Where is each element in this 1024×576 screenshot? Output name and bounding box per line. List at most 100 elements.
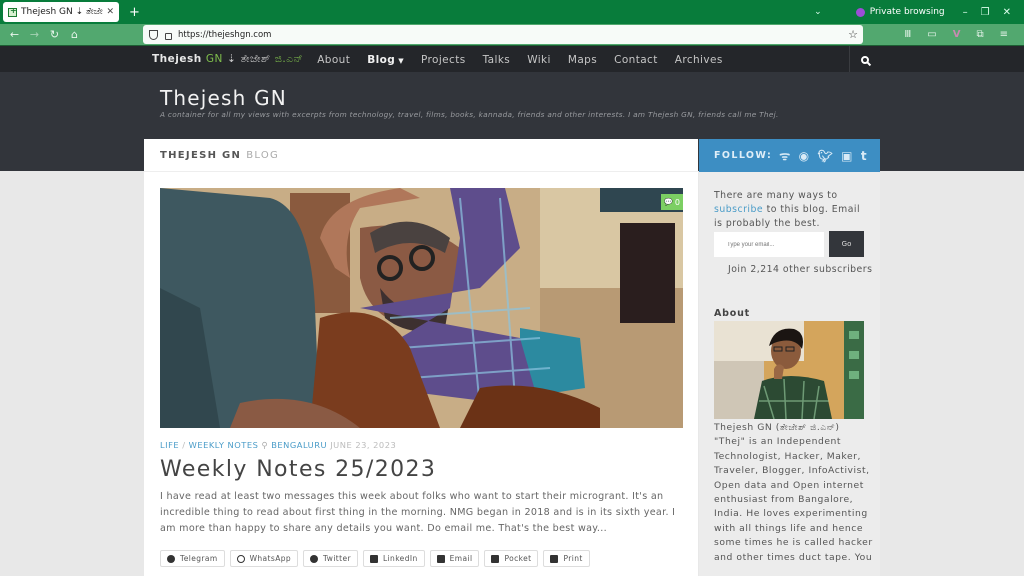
new-tab-button[interactable]: + xyxy=(129,5,140,20)
home-icon[interactable]: ⌂ xyxy=(69,28,80,41)
category-separator: / xyxy=(182,440,186,450)
about-photo xyxy=(714,321,864,419)
twitter-icon[interactable]: 🐦︎ xyxy=(817,149,834,163)
site-title[interactable]: Thejesh GN xyxy=(160,86,287,110)
share-telegram-button[interactable]: Telegram xyxy=(160,550,225,567)
nav-item-blog[interactable]: Blog ▼ xyxy=(367,54,404,66)
share-print-button[interactable]: Print xyxy=(543,550,590,567)
subscribe-go-button[interactable]: Go xyxy=(829,231,864,257)
post-featured-image[interactable]: 💬 0 xyxy=(160,188,683,428)
nav-item-wiki[interactable]: Wiki xyxy=(527,54,551,66)
featured-photo-illustration xyxy=(160,188,683,428)
search-icon xyxy=(861,55,869,64)
location-pin-icon: ⚲ xyxy=(261,440,269,450)
category-link-weekly-notes[interactable]: WEEKLY NOTES xyxy=(189,440,259,450)
brand-name: Thejesh xyxy=(152,53,202,65)
category-link-life[interactable]: LIFE xyxy=(160,440,179,450)
library-icon[interactable]: Ⅲ xyxy=(904,29,911,40)
brand-kannada-initials: ಜಿ.ಎನ್ xyxy=(274,53,304,65)
url-text[interactable]: https://thejeshgn.com xyxy=(178,30,271,40)
telegram-icon xyxy=(167,554,175,563)
url-bar[interactable]: https://thejeshgn.com ☆ xyxy=(143,25,863,44)
nav-item-about[interactable]: About xyxy=(317,54,350,66)
share-linkedin-button[interactable]: LinkedIn xyxy=(362,550,425,567)
share-twitter-button[interactable]: Twitter xyxy=(303,550,358,567)
subscribe-text: There are many ways to subscribe to this… xyxy=(714,189,870,231)
main-content: THEJESH GN BLOG 💬 0 LIFE / WEEKLY NOTES … xyxy=(144,139,698,576)
menu-hamburger-icon[interactable]: ≡ xyxy=(1000,29,1008,40)
tumblr-icon[interactable]: t xyxy=(861,149,868,163)
browser-toolbar: ← → ↻ ⌂ https://thejeshgn.com ☆ Ⅲ ▭ V ⧉ … xyxy=(0,24,1024,45)
caret-down-icon: ▼ xyxy=(398,56,404,65)
extension-v-icon[interactable]: V xyxy=(953,29,961,40)
close-tab-icon[interactable]: ✕ xyxy=(106,7,114,17)
email-subscribe-input[interactable] xyxy=(714,232,824,257)
location-link[interactable]: BENGALURU xyxy=(271,440,327,450)
about-photo-illustration xyxy=(714,321,864,419)
share-whatsapp-button[interactable]: WhatsApp xyxy=(229,550,299,567)
share-label: Telegram xyxy=(180,554,218,563)
share-label: Twitter xyxy=(323,554,351,563)
nav-item-contact[interactable]: Contact xyxy=(614,54,658,66)
rss-square-icon[interactable]: ▣ xyxy=(841,149,854,163)
sidebar-toggle-icon[interactable]: ▭ xyxy=(927,29,936,40)
follow-bar: FOLLOW: ᯤ ◉ 🐦︎ ▣ t xyxy=(699,139,880,172)
nav-item-archives[interactable]: Archives xyxy=(675,54,723,66)
close-window-icon[interactable]: ✕ xyxy=(1003,7,1011,18)
nav-item-talks[interactable]: Talks xyxy=(483,54,511,66)
post-meta: LIFE / WEEKLY NOTES ⚲ BENGALURU JUNE 23,… xyxy=(160,440,396,450)
lock-icon[interactable] xyxy=(165,33,172,40)
about-heading: About xyxy=(714,308,750,319)
site-favicon-icon xyxy=(8,6,17,17)
share-label: Email xyxy=(449,554,473,563)
site-navigation: Thejesh GN ⇣ ತೇಜೇಶ್ ಜಿ.ಎನ್ About Blog ▼ P… xyxy=(0,45,1024,73)
extensions-puzzle-icon[interactable]: ⧉ xyxy=(976,29,983,40)
comments-icon: 💬 xyxy=(664,198,673,206)
whatsapp-icon xyxy=(236,554,245,563)
github-icon[interactable]: ◉ xyxy=(799,149,811,163)
site-tagline: A container for all my views with excerp… xyxy=(160,110,779,119)
email-icon xyxy=(436,554,445,563)
tab-title: Thejesh GN ⇣ ತೇಜೇಶ್ ಜಿ.ಎನ್ xyxy=(21,7,103,17)
private-mask-icon xyxy=(855,7,865,17)
rss-feed-icon[interactable]: ᯤ xyxy=(779,147,791,164)
share-label: Print xyxy=(563,554,583,563)
minimize-window-icon[interactable]: – xyxy=(963,7,968,18)
back-arrow-icon[interactable]: ← xyxy=(9,28,20,41)
share-label: Pocket xyxy=(504,554,532,563)
share-pocket-button[interactable]: Pocket xyxy=(484,550,539,567)
site-brand-link[interactable]: Thejesh GN ⇣ ತೇಜೇಶ್ ಜಿ.ಎನ್ xyxy=(152,53,303,66)
nav-item-projects[interactable]: Projects xyxy=(421,54,466,66)
subscribe-text-pre: There are many ways to xyxy=(714,190,838,201)
list-tabs-chevron-icon[interactable]: ⌄ xyxy=(814,7,822,17)
reload-icon[interactable]: ↻ xyxy=(49,28,60,41)
restore-window-icon[interactable]: ❐ xyxy=(981,7,990,18)
site-search-button[interactable] xyxy=(849,46,880,73)
twitter-icon xyxy=(310,554,319,563)
forward-arrow-icon[interactable]: → xyxy=(29,28,40,41)
tracking-shield-icon[interactable] xyxy=(149,29,158,40)
about-text: Thejesh GN (ತೇಜೇಶ್ ಜಿ.ಎನ್) "Thej" is an … xyxy=(714,422,873,563)
bookmark-star-icon[interactable]: ☆ xyxy=(848,28,858,41)
blog-header: THEJESH GN BLOG xyxy=(144,139,698,172)
subscribe-link[interactable]: subscribe xyxy=(714,204,763,215)
share-buttons: Telegram WhatsApp Twitter LinkedIn Email… xyxy=(160,550,595,567)
private-browsing-indicator: Private browsing xyxy=(855,7,945,17)
follow-label: FOLLOW: xyxy=(714,150,773,161)
browser-tab-active[interactable]: Thejesh GN ⇣ ತೇಜೇಶ್ ಜಿ.ಎನ್ ✕ xyxy=(3,2,119,22)
pocket-icon xyxy=(491,554,500,563)
share-email-button[interactable]: Email xyxy=(429,550,480,567)
nav-item-maps[interactable]: Maps xyxy=(568,54,597,66)
share-label: WhatsApp xyxy=(249,554,292,563)
brand-arrow-icon: ⇣ xyxy=(227,53,237,65)
private-browsing-label: Private browsing xyxy=(869,7,945,17)
comment-count-badge[interactable]: 💬 0 xyxy=(661,194,683,210)
sidebar: FOLLOW: ᯤ ◉ 🐦︎ ▣ t There are many ways t… xyxy=(699,139,880,576)
brand-gn: GN xyxy=(205,53,223,65)
subscriber-count: Join 2,214 other subscribers xyxy=(728,264,873,275)
print-icon xyxy=(550,554,559,563)
post-date: JUNE 23, 2023 xyxy=(330,440,397,450)
post-title[interactable]: Weekly Notes 25/2023 xyxy=(160,457,436,482)
blog-header-name: THEJESH GN xyxy=(160,149,242,161)
nav-item-blog-label: Blog xyxy=(367,53,396,66)
